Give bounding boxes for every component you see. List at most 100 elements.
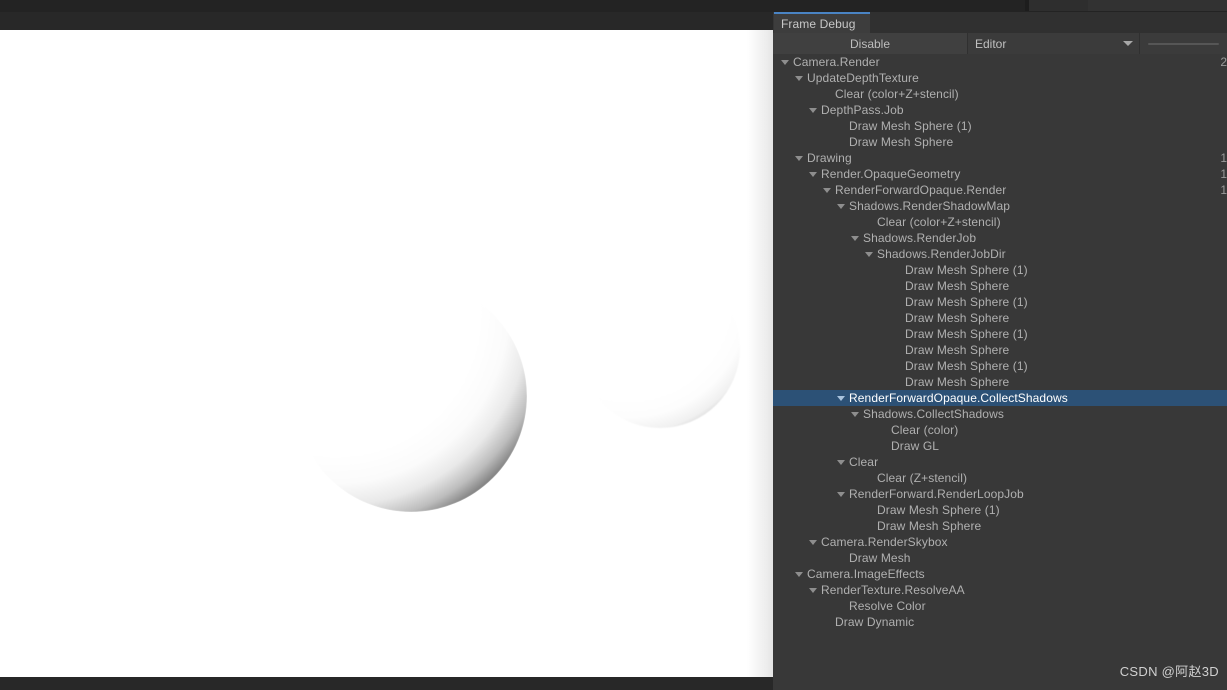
frame-event-row[interactable]: Clear (color+Z+stencil) bbox=[773, 86, 1227, 102]
frame-slider[interactable] bbox=[1140, 33, 1227, 54]
frame-event-label: Shadows.CollectShadows bbox=[863, 407, 1004, 421]
frame-event-row[interactable]: Draw Mesh Sphere bbox=[773, 134, 1227, 150]
frame-event-row[interactable]: RenderForward.RenderLoopJob bbox=[773, 486, 1227, 502]
frame-event-row[interactable]: Clear (color) bbox=[773, 422, 1227, 438]
frame-event-row[interactable]: RenderForwardOpaque.CollectShadows bbox=[773, 390, 1227, 406]
frame-event-label: RenderTexture.ResolveAA bbox=[821, 583, 965, 597]
frame-event-row[interactable]: Clear (color+Z+stencil) bbox=[773, 214, 1227, 230]
frame-event-label: RenderForwardOpaque.CollectShadows bbox=[849, 391, 1068, 405]
frame-event-row[interactable]: Clear bbox=[773, 454, 1227, 470]
disclosure-triangle-icon[interactable] bbox=[851, 235, 859, 241]
frame-event-label: Draw Mesh Sphere bbox=[849, 135, 954, 149]
top-strip-segment-left bbox=[1029, 0, 1088, 11]
frame-event-label: Draw Mesh Sphere bbox=[905, 311, 1010, 325]
frame-event-label: Drawing bbox=[807, 151, 852, 165]
tab-frame-debug[interactable]: Frame Debug bbox=[774, 12, 870, 33]
frame-event-row[interactable]: Clear (Z+stencil) bbox=[773, 470, 1227, 486]
frame-event-row[interactable]: Shadows.RenderJobDir bbox=[773, 246, 1227, 262]
disclosure-triangle-icon[interactable] bbox=[795, 75, 803, 81]
frame-event-row[interactable]: DepthPass.Job bbox=[773, 102, 1227, 118]
frame-event-row[interactable]: Draw Mesh bbox=[773, 550, 1227, 566]
frame-event-row[interactable]: Draw Mesh Sphere (1) bbox=[773, 358, 1227, 374]
frame-slider-track bbox=[1148, 42, 1219, 45]
frame-event-label: DepthPass.Job bbox=[821, 103, 904, 117]
frame-event-row[interactable]: Draw Mesh Sphere (1) bbox=[773, 294, 1227, 310]
disclosure-triangle-icon[interactable] bbox=[809, 539, 817, 545]
frame-event-label: Clear (color) bbox=[891, 423, 959, 437]
frame-event-label: Shadows.RenderJobDir bbox=[877, 247, 1006, 261]
disclosure-triangle-icon[interactable] bbox=[837, 491, 845, 497]
frame-event-row[interactable]: Draw Mesh Sphere bbox=[773, 310, 1227, 326]
render-target-preview-pane[interactable] bbox=[0, 12, 775, 690]
frame-event-label: Draw Mesh Sphere (1) bbox=[905, 359, 1028, 373]
frame-event-row[interactable]: Draw Mesh Sphere bbox=[773, 278, 1227, 294]
disclosure-triangle-icon[interactable] bbox=[865, 251, 873, 257]
frame-event-label: Draw Mesh Sphere bbox=[877, 519, 982, 533]
frame-event-row[interactable]: Camera.RenderSkybox bbox=[773, 534, 1227, 550]
frame-event-row[interactable]: Draw Mesh Sphere bbox=[773, 342, 1227, 358]
frame-event-draw-count: 2 bbox=[1220, 55, 1227, 69]
disclosure-triangle-icon[interactable] bbox=[851, 411, 859, 417]
window-top-strip bbox=[0, 0, 1227, 12]
frame-event-tree[interactable]: Camera.Render 2 UpdateDepthTexture Clear (c… bbox=[773, 54, 1227, 690]
disclosure-triangle-icon[interactable] bbox=[837, 459, 845, 465]
disclosure-triangle-icon[interactable] bbox=[781, 59, 789, 65]
frame-event-label: Draw Dynamic bbox=[835, 615, 915, 629]
frame-event-label: Resolve Color bbox=[849, 599, 926, 613]
app-root: Frame Debug Disable Editor Camera.Render… bbox=[0, 0, 1227, 690]
frame-event-row[interactable]: Resolve Color bbox=[773, 598, 1227, 614]
frame-event-row[interactable]: Shadows.RenderShadowMap bbox=[773, 198, 1227, 214]
disable-button-label: Disable bbox=[849, 36, 891, 51]
frame-event-row[interactable]: UpdateDepthTexture bbox=[773, 70, 1227, 86]
frame-event-row[interactable]: Drawing 1 bbox=[773, 150, 1227, 166]
frame-event-row[interactable]: RenderTexture.ResolveAA bbox=[773, 582, 1227, 598]
frame-event-label: Shadows.RenderShadowMap bbox=[849, 199, 1011, 213]
frame-event-label: RenderForward.RenderLoopJob bbox=[849, 487, 1024, 501]
disclosure-triangle-icon[interactable] bbox=[837, 203, 845, 209]
frame-event-row[interactable]: Camera.Render 2 bbox=[773, 54, 1227, 70]
disclosure-triangle-icon[interactable] bbox=[809, 171, 817, 177]
frame-event-row[interactable]: Draw Mesh Sphere (1) bbox=[773, 502, 1227, 518]
frame-event-row[interactable]: Draw Mesh Sphere (1) bbox=[773, 262, 1227, 278]
frame-event-label: UpdateDepthTexture bbox=[807, 71, 919, 85]
chevron-down-icon bbox=[1123, 41, 1133, 46]
frame-event-row[interactable]: Draw Mesh Sphere (1) bbox=[773, 326, 1227, 342]
frame-event-label: Camera.Render bbox=[793, 55, 880, 69]
tab-frame-debug-label: Frame Debug bbox=[781, 16, 856, 31]
disclosure-triangle-icon[interactable] bbox=[795, 155, 803, 161]
disclosure-triangle-icon[interactable] bbox=[809, 107, 817, 113]
frame-event-row[interactable]: Camera.ImageEffects bbox=[773, 566, 1227, 582]
frame-event-row[interactable]: RenderForwardOpaque.Render 1 bbox=[773, 182, 1227, 198]
frame-event-label: RenderForwardOpaque.Render bbox=[835, 183, 1007, 197]
frame-event-label: Draw Mesh Sphere bbox=[905, 279, 1010, 293]
frame-debugger-panel: Frame Debug Disable Editor Camera.Render… bbox=[773, 12, 1227, 690]
top-strip-segment-right bbox=[1088, 0, 1227, 11]
frame-event-row[interactable]: Shadows.RenderJob bbox=[773, 230, 1227, 246]
frame-event-label: Draw Mesh Sphere (1) bbox=[905, 295, 1028, 309]
disable-button[interactable]: Disable bbox=[773, 33, 968, 54]
disclosure-triangle-icon[interactable] bbox=[809, 587, 817, 593]
frame-event-label: Shadows.RenderJob bbox=[863, 231, 977, 245]
target-dropdown-value: Editor bbox=[975, 36, 1007, 51]
frame-event-label: Camera.RenderSkybox bbox=[821, 535, 948, 549]
disclosure-triangle-icon[interactable] bbox=[837, 395, 845, 401]
frame-event-label: Camera.ImageEffects bbox=[807, 567, 925, 581]
frame-event-label: Render.OpaqueGeometry bbox=[821, 167, 961, 181]
frame-event-label: Draw Mesh Sphere bbox=[905, 375, 1010, 389]
frame-event-label: Clear (color+Z+stencil) bbox=[877, 215, 1001, 229]
frame-event-draw-count: 1 bbox=[1220, 167, 1227, 181]
frame-event-row[interactable]: Draw GL bbox=[773, 438, 1227, 454]
frame-event-row[interactable]: Draw Dynamic bbox=[773, 614, 1227, 630]
frame-event-label: Draw Mesh bbox=[849, 551, 911, 565]
target-dropdown[interactable]: Editor bbox=[968, 33, 1140, 54]
frame-event-label: Draw Mesh Sphere (1) bbox=[877, 503, 1000, 517]
frame-event-row[interactable]: Render.OpaqueGeometry 1 bbox=[773, 166, 1227, 182]
disclosure-triangle-icon[interactable] bbox=[823, 187, 831, 193]
disclosure-triangle-icon[interactable] bbox=[795, 571, 803, 577]
frame-event-label: Draw GL bbox=[891, 439, 940, 453]
frame-event-label: Draw Mesh Sphere bbox=[905, 343, 1010, 357]
frame-event-row[interactable]: Draw Mesh Sphere (1) bbox=[773, 118, 1227, 134]
frame-event-row[interactable]: Draw Mesh Sphere bbox=[773, 518, 1227, 534]
frame-event-row[interactable]: Shadows.CollectShadows bbox=[773, 406, 1227, 422]
frame-event-row[interactable]: Draw Mesh Sphere bbox=[773, 374, 1227, 390]
